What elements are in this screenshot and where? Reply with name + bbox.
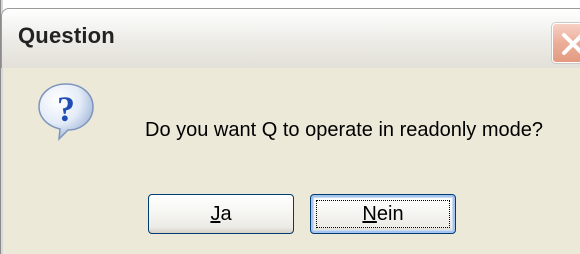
no-button-label: Nein <box>362 203 403 225</box>
no-button[interactable]: Nein <box>310 194 456 234</box>
dialog-message: Do you want Q to operate in readonly mod… <box>145 119 544 141</box>
yes-button-label: Ja <box>210 203 231 225</box>
dialog-title: Question <box>18 23 115 48</box>
yes-button-mnemonic: J <box>210 203 221 225</box>
dialog-body: ? Do you want Q to operate in readonly m… <box>3 68 580 254</box>
yes-button[interactable]: Ja <box>148 194 294 234</box>
yes-button-label-rest: a <box>220 203 232 225</box>
no-button-label-rest: ein <box>376 203 404 225</box>
svg-text:?: ? <box>57 89 75 129</box>
no-button-mnemonic: N <box>362 203 377 225</box>
question-dialog: Question ? Do you want Q to operate in r… <box>0 0 580 254</box>
close-icon <box>562 33 580 55</box>
title-bar[interactable]: Question <box>1 8 580 68</box>
close-button[interactable] <box>552 23 580 63</box>
question-icon: ? <box>38 83 94 142</box>
